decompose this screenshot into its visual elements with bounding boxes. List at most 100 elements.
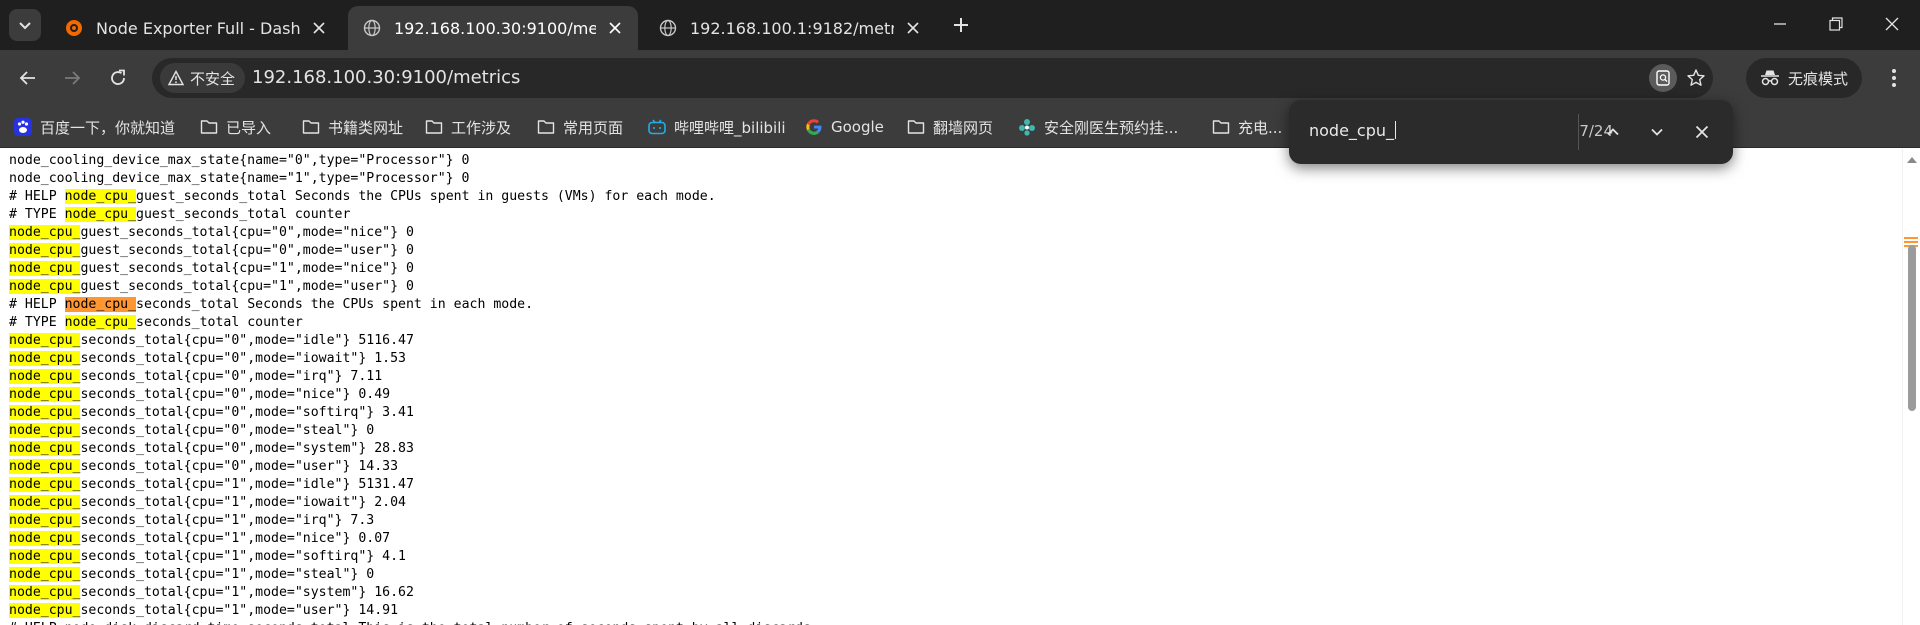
metric-line: node_cpu_seconds_total{cpu="0",mode="idl…	[9, 333, 414, 348]
tab-title: Node Exporter Full - Dashboard	[96, 18, 300, 38]
find-match: node_cpu_	[9, 495, 81, 510]
security-chip[interactable]: 不安全	[160, 63, 246, 93]
bookmark-folder-common[interactable]: 常用页面	[537, 114, 623, 140]
find-match: node_cpu_	[9, 351, 81, 366]
incognito-label: 无痕模式	[1788, 69, 1849, 88]
new-tab-button[interactable]	[948, 12, 974, 38]
metric-line: node_cpu_seconds_total{cpu="1",mode="sof…	[9, 549, 406, 564]
url-text[interactable]: 192.168.100.30:9100/metrics	[252, 67, 520, 88]
address-bar[interactable]: 不安全 192.168.100.30:9100/metrics	[152, 58, 1713, 98]
metric-line: node_cpu_guest_seconds_total{cpu="1",mod…	[9, 261, 414, 276]
bookmark-bilibili[interactable]: 哔哩哔哩_bilibili	[648, 114, 786, 140]
tab-strip: Node Exporter Full - Dashboard 192.168.1…	[0, 0, 1920, 50]
metric-line: node_cpu_seconds_total{cpu="0",mode="use…	[9, 459, 399, 474]
back-button[interactable]	[12, 62, 44, 94]
bookmark-label: 书籍类网址	[328, 118, 404, 137]
find-match: node_cpu_	[9, 567, 81, 582]
find-match: node_cpu_	[9, 477, 81, 492]
scrollbar-match-marker	[1904, 237, 1918, 239]
find-match: node_cpu_	[9, 549, 81, 564]
tab-node-exporter[interactable]: Node Exporter Full - Dashboard	[50, 6, 342, 50]
arrow-left-icon	[19, 71, 35, 85]
forward-button[interactable]	[56, 62, 88, 94]
metric-line: node_cpu_seconds_total{cpu="1",mode="idl…	[9, 477, 414, 492]
chevron-up-icon	[1607, 128, 1619, 136]
metric-line: node_cpu_seconds_total{cpu="1",mode="ste…	[9, 567, 375, 582]
scrollbar-thumb[interactable]	[1908, 245, 1916, 411]
close-icon[interactable]	[902, 17, 924, 39]
find-divider	[1578, 114, 1579, 150]
bookmark-baidu[interactable]: 百度一下，你就知道	[14, 114, 175, 140]
metric-line: node_cpu_seconds_total{cpu="1",mode="use…	[9, 603, 399, 618]
find-next-button[interactable]	[1643, 118, 1671, 146]
folder-icon	[537, 118, 555, 136]
reload-button[interactable]	[102, 62, 134, 94]
bookmark-folder-work[interactable]: 工作涉及	[425, 114, 511, 140]
bookmark-label: 已导入	[226, 118, 272, 137]
find-close-button[interactable]	[1688, 118, 1716, 146]
bookmark-label: 百度一下，你就知道	[40, 118, 176, 137]
metric-line: node_cpu_seconds_total{cpu="1",mode="irq…	[9, 513, 375, 528]
metric-line: node_cpu_seconds_total{cpu="1",mode="nic…	[9, 531, 391, 546]
close-icon[interactable]	[604, 17, 626, 39]
metric-line: node_cpu_seconds_total{cpu="0",mode="sof…	[9, 405, 414, 420]
bookmark-folder-vpn[interactable]: 翻墙网页	[907, 114, 993, 140]
restore-icon	[1829, 17, 1843, 31]
find-match: node_cpu_	[9, 405, 81, 420]
vertical-scrollbar[interactable]	[1902, 149, 1920, 625]
bookmark-health[interactable]: 安全刚医生预约挂...	[1018, 114, 1178, 140]
find-match: node_cpu_	[9, 333, 81, 348]
metric-line: node_cpu_seconds_total{cpu="0",mode="nic…	[9, 387, 391, 402]
bookmark-star-button[interactable]	[1682, 64, 1710, 92]
reload-icon	[111, 69, 125, 85]
bookmark-label: 充电...	[1238, 118, 1283, 137]
warning-icon	[168, 70, 184, 86]
bookmark-label: 哔哩哔哩_bilibili	[674, 118, 786, 137]
find-match: node_cpu_	[9, 369, 81, 384]
find-match: node_cpu_	[9, 531, 81, 546]
metric-line: # TYPE node_cpu_guest_seconds_total coun…	[9, 207, 351, 222]
close-window-button[interactable]	[1864, 0, 1920, 48]
metric-line: node_cpu_seconds_total{cpu="1",mode="iow…	[9, 495, 406, 510]
bookmark-google[interactable]: Google	[805, 114, 884, 140]
bookmark-label: 常用页面	[563, 118, 624, 137]
tab-search-button[interactable]	[9, 9, 41, 41]
metric-line: # HELP node_cpu_guest_seconds_total Seco…	[9, 189, 716, 204]
metric-line: node_cpu_guest_seconds_total{cpu="0",mod…	[9, 225, 414, 240]
folder-icon	[302, 118, 320, 136]
find-match: node_cpu_	[9, 279, 81, 294]
chevron-down-icon	[1651, 128, 1663, 136]
restore-button[interactable]	[1808, 0, 1864, 48]
incognito-indicator[interactable]: 无痕模式	[1746, 58, 1863, 98]
bookmark-folder-imported[interactable]: 已导入	[200, 114, 271, 140]
globe-icon	[362, 18, 382, 38]
page-search-icon	[1656, 70, 1670, 86]
tab-windows-metrics[interactable]: 192.168.100.1:9182/metrics	[644, 6, 936, 50]
minimize-button[interactable]	[1752, 0, 1808, 48]
arrow-right-icon	[65, 71, 81, 85]
browser-menu-button[interactable]	[1878, 62, 1910, 94]
find-match: node_cpu_	[64, 315, 137, 330]
page-content[interactable]: node_cooling_device_max_state{name="0",t…	[0, 149, 1902, 625]
find-match: node_cpu_	[9, 585, 81, 600]
find-input[interactable]: node_cpu_	[1309, 121, 1397, 140]
bookmark-folder-charging[interactable]: 充电...	[1212, 114, 1282, 140]
find-previous-button[interactable]	[1599, 118, 1627, 146]
scroll-up-arrow[interactable]	[1907, 157, 1917, 163]
find-query: node_cpu_	[1309, 121, 1395, 140]
more-vert-icon	[1892, 69, 1896, 87]
security-label: 不安全	[190, 69, 236, 88]
metrics-text: node_cooling_device_max_state{name="0",t…	[9, 152, 819, 625]
folder-icon	[907, 118, 925, 136]
grafana-icon	[64, 18, 84, 38]
bookmark-folder-books[interactable]: 书籍类网址	[302, 114, 403, 140]
close-icon	[1885, 17, 1899, 31]
health-icon	[1018, 118, 1036, 136]
tab-metrics-active[interactable]: 192.168.100.30:9100/metrics	[348, 6, 638, 50]
metric-line: node_cpu_seconds_total{cpu="0",mode="iow…	[9, 351, 406, 366]
page-search-button[interactable]	[1649, 64, 1677, 92]
bookmark-label: Google	[831, 118, 884, 136]
metric-line: # HELP node_cpu_seconds_total Seconds th…	[9, 297, 534, 312]
bookmark-label: 翻墙网页	[933, 118, 994, 137]
close-icon[interactable]	[308, 17, 330, 39]
